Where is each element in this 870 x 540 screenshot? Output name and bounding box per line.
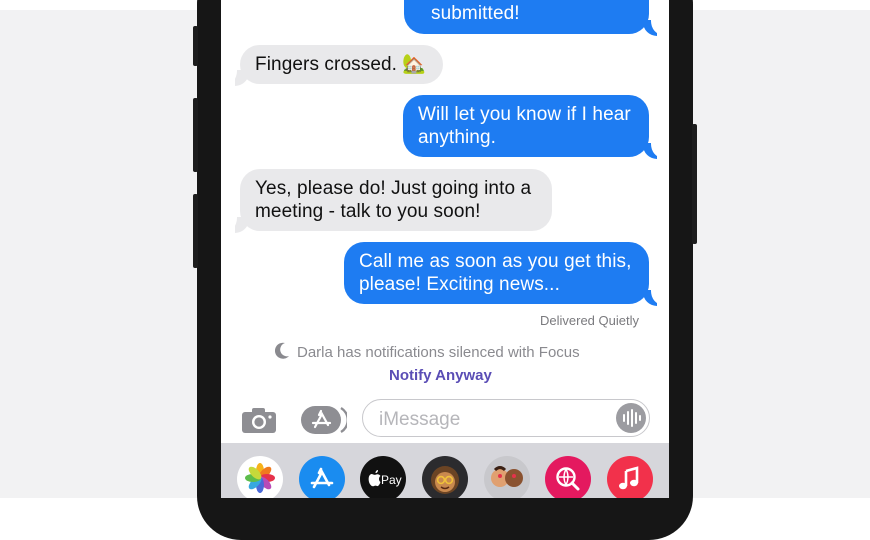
message-input[interactable]: iMessage — [362, 399, 650, 437]
message-bubble-outgoing[interactable]: submitted! — [404, 0, 649, 34]
message-text: Yes, please do! Just going into a meetin… — [255, 178, 532, 222]
photos-app-icon[interactable] — [237, 456, 283, 498]
bubble-tail — [235, 217, 249, 233]
voice-message-button[interactable] — [616, 403, 646, 433]
apple-pay-app-icon[interactable]: Pay — [360, 456, 406, 498]
message-bubble-incoming[interactable]: Yes, please do! Just going into a meetin… — [240, 169, 552, 231]
message-text: Call me as soon as you get this, please!… — [359, 251, 632, 295]
app-store-icon — [301, 406, 349, 434]
message-text: Will let you know if I hear anything. — [418, 104, 631, 148]
side-button-volume-down — [193, 194, 198, 268]
focus-notice-text: Darla has notifications silenced with Fo… — [297, 344, 580, 361]
music-app-icon[interactable] — [607, 456, 653, 498]
message-bubble-incoming[interactable]: Fingers crossed. 🏡 — [240, 45, 443, 84]
messages-screen: submitted! Fingers crossed. 🏡 Will let y… — [221, 0, 669, 498]
web-search-app-icon[interactable] — [545, 456, 591, 498]
moon-icon — [274, 342, 290, 363]
message-text: submitted! — [431, 3, 520, 24]
notify-anyway-button[interactable]: Notify Anyway — [389, 367, 492, 384]
app-store-app-icon[interactable] — [299, 456, 345, 498]
message-input-placeholder: iMessage — [379, 409, 461, 430]
side-button-volume-up — [193, 98, 198, 172]
apple-pay-label: Pay — [381, 473, 402, 487]
waveform-icon — [623, 409, 641, 427]
focus-notice: Darla has notifications silenced with Fo… — [274, 342, 580, 363]
side-button-power — [692, 124, 697, 244]
message-bubble-outgoing[interactable]: Will let you know if I hear anything. — [403, 95, 649, 157]
camera-icon — [242, 408, 276, 433]
camera-button[interactable] — [241, 406, 277, 439]
bubble-tail — [235, 70, 249, 86]
message-text: Fingers crossed. 🏡 — [255, 54, 427, 75]
memoji-app-icon[interactable] — [422, 456, 468, 498]
message-bubble-outgoing[interactable]: Call me as soon as you get this, please!… — [344, 242, 649, 304]
delivery-status: Delivered Quietly — [540, 313, 639, 328]
side-button-silent — [193, 26, 198, 66]
apps-button[interactable] — [301, 404, 349, 441]
memoji-stickers-app-icon[interactable] — [484, 456, 530, 498]
